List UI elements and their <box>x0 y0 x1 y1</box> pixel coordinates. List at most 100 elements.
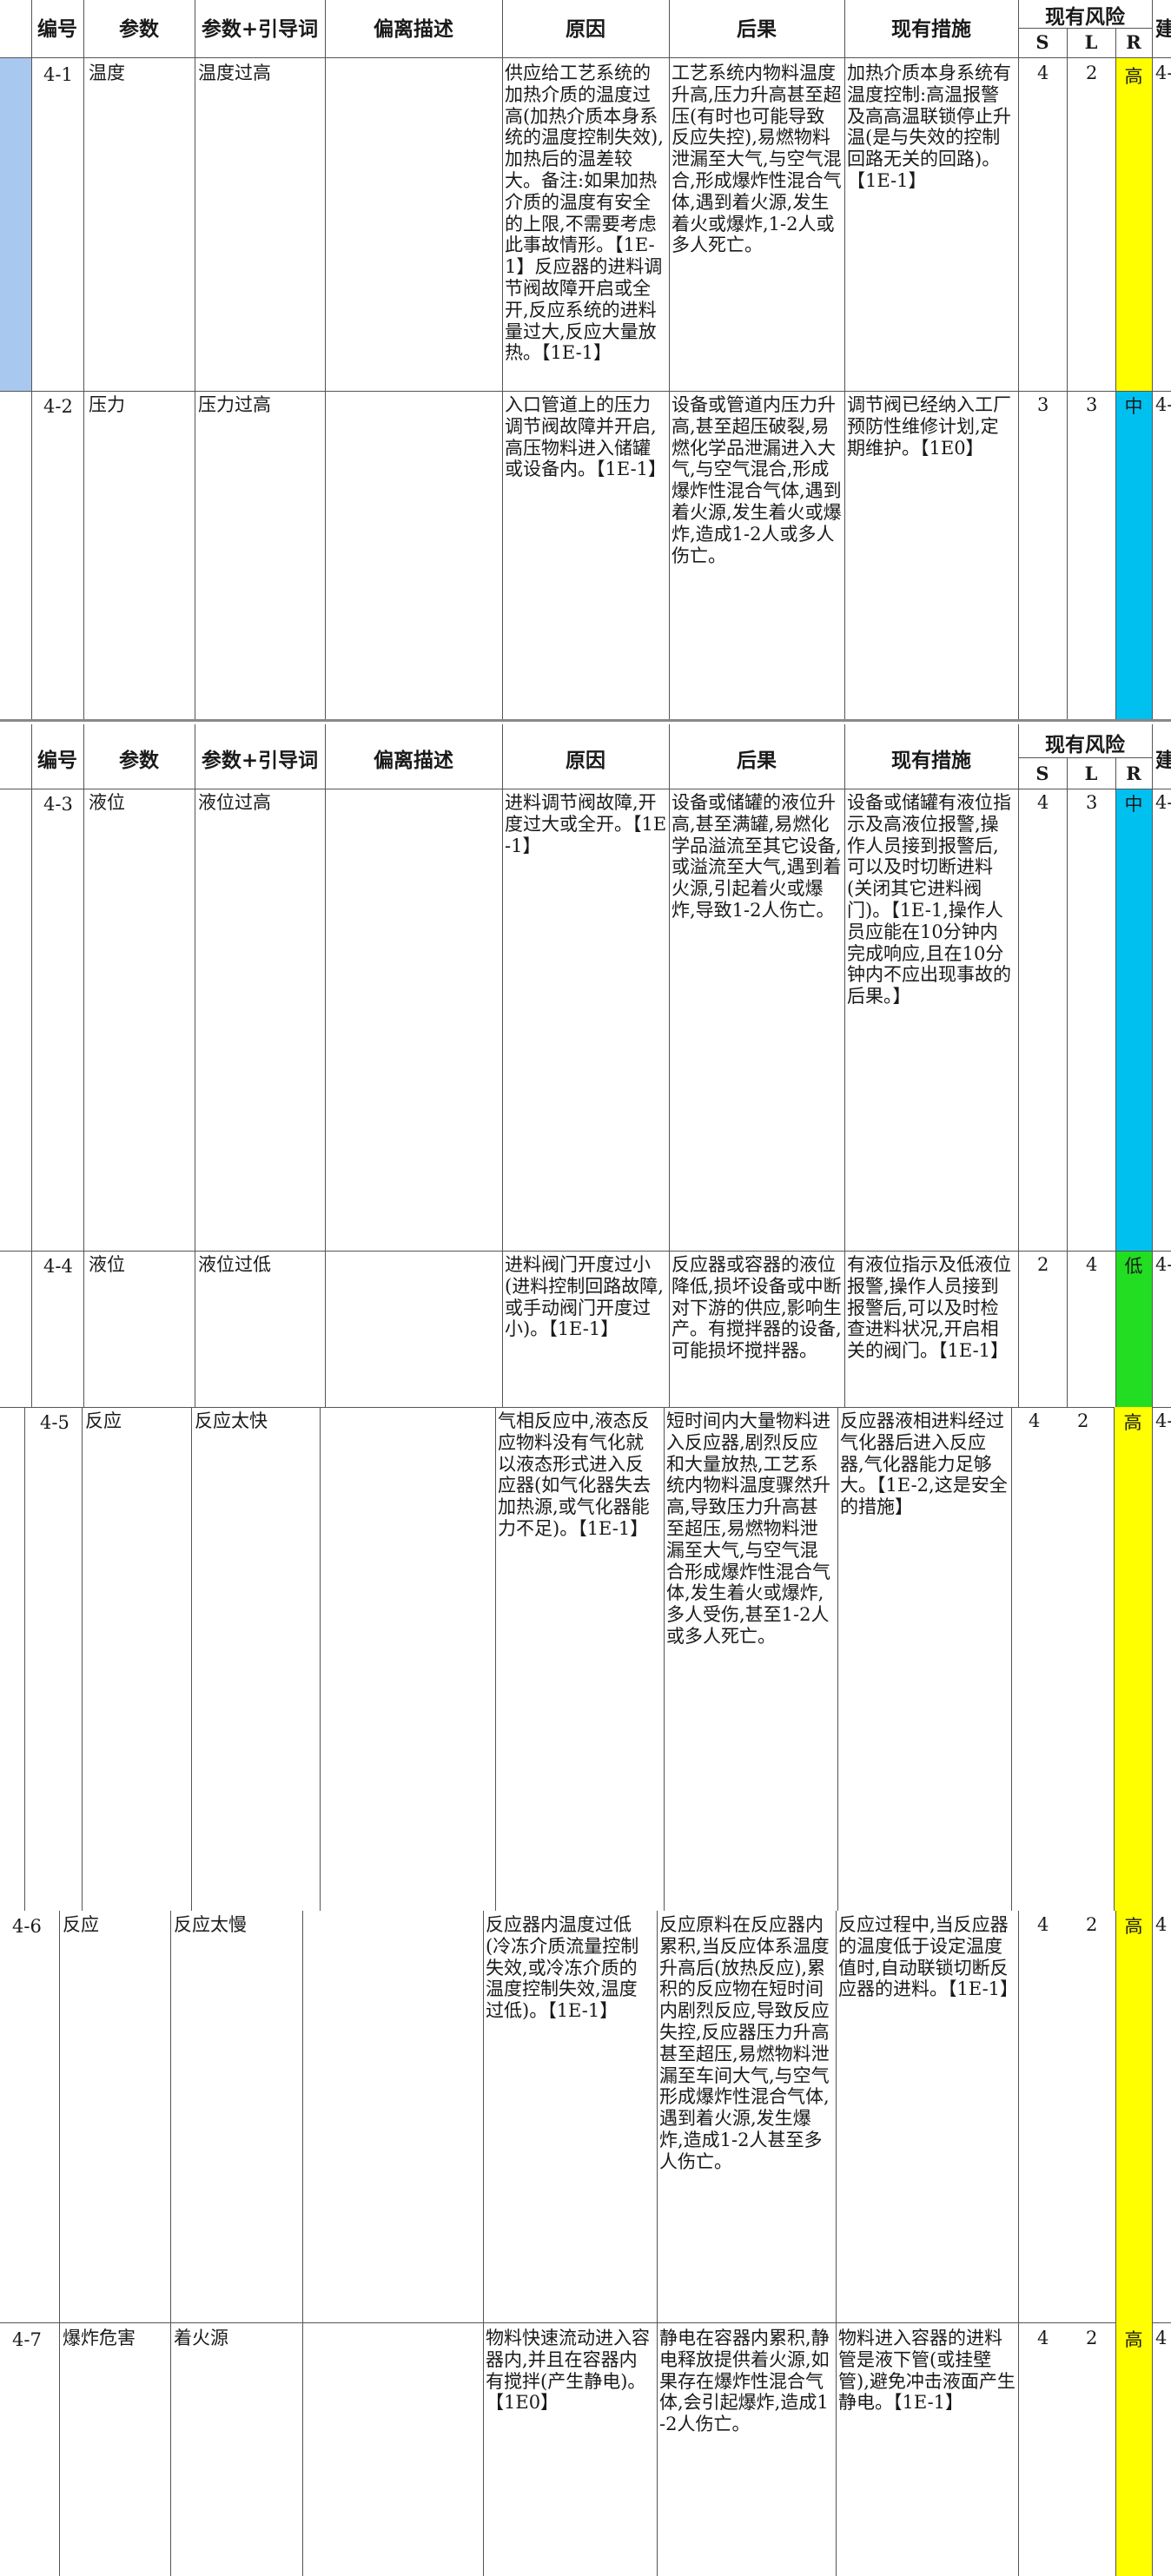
header-l: L <box>1084 31 1098 53</box>
header-id: 编号 <box>37 17 77 41</box>
row-id: 4-1 <box>43 64 73 85</box>
row-guide: 着火源 <box>174 2328 228 2348</box>
row-param: 液位 <box>89 792 125 813</box>
row-id: 4-7 <box>12 2329 42 2350</box>
row-s: 4 <box>1037 2328 1049 2348</box>
row-s: 4 <box>1037 63 1049 83</box>
row-cause: 气相反应中,液态反应物料没有气化就以液态形式进入反应器(如气化器失去加热源,或气… <box>498 1410 652 1539</box>
row-consequence: 设备或管道内压力升高,甚至超压破裂,易燃化学品泄漏进入大气,与空气混合,形成爆炸… <box>672 394 842 566</box>
row-l: 4 <box>1086 1254 1098 1275</box>
row-cause: 进料阀门开度过小(进料控制回路故障,或手动阀门开度过小)。【1E-1】 <box>505 1254 664 1340</box>
risk-r-fill-row-4-6 <box>1115 1911 1152 2322</box>
header-cause: 原因 <box>566 17 605 41</box>
row-cause: 物料快速流动进入容器内,并且在容器内有搅拌(产生静电)。【1E0】 <box>486 2328 650 2414</box>
row-next: 4 <box>1155 2328 1168 2348</box>
row-l: 2 <box>1086 63 1098 83</box>
row-param: 温度 <box>89 63 125 83</box>
row-measures: 设备或储罐有液位指示及高液位报警,操作人员接到报警后,可以及时切断进料(关闭其它… <box>847 792 1011 1007</box>
table-segment-5: 4-7 爆炸危害 着火源 物料快速流动进入容器内,并且在容器内有搅拌(产生静电)… <box>0 2322 1171 2576</box>
row-consequence: 设备或储罐的液位升高,甚至满罐,易燃化学品溢流至其它设备,或溢流至大气,遇到着火… <box>672 792 842 921</box>
row-id: 4-3 <box>43 794 73 815</box>
row-guide: 液位过高 <box>198 792 271 813</box>
row-id: 4-2 <box>43 396 73 417</box>
row-s: 4 <box>1037 792 1049 813</box>
header-measures: 现有措施 <box>891 749 971 772</box>
row-param: 压力 <box>89 394 125 415</box>
risk-r-fill-row-4-3 <box>1115 789 1152 1251</box>
row-next: 4- <box>1155 1254 1171 1275</box>
row-next: 4- <box>1155 792 1171 813</box>
row-next: 4- <box>1155 1410 1171 1431</box>
row-r: 中 <box>1124 794 1143 815</box>
header-consequence: 后果 <box>737 749 777 772</box>
row-guide: 压力过高 <box>198 394 271 415</box>
header-measures: 现有措施 <box>891 17 971 41</box>
row-param: 液位 <box>89 1254 125 1275</box>
header-deviation: 偏离描述 <box>374 749 453 772</box>
row-r: 高 <box>1124 1916 1143 1937</box>
risk-r-fill-row-4-2 <box>1115 391 1152 721</box>
header-l: L <box>1084 763 1098 784</box>
row-param: 反应 <box>85 1410 122 1431</box>
risk-r-fill-row-4-1 <box>1115 57 1152 391</box>
row-r: 高 <box>1124 66 1143 87</box>
row-s: 4 <box>1037 1914 1049 1935</box>
table-segment-1: 编号 参数 参数+引导词 偏离描述 原因 后果 现有措施 现有风险 S L R … <box>0 0 1171 722</box>
row-next: 4- <box>1155 394 1171 415</box>
row-measures: 物料进入容器的进料管是液下管(或挂壁管),避免冲击液面产生静电。【1E-1】 <box>838 2328 1016 2414</box>
row-guide: 液位过低 <box>198 1254 271 1275</box>
header-param-guide: 参数+引导词 <box>201 749 319 772</box>
row-r: 中 <box>1124 396 1143 417</box>
header-cut: 建 <box>1155 749 1171 772</box>
row-next: 4- <box>1155 63 1171 83</box>
row-consequence: 短时间内大量物料进入反应器,剧烈反应和大量放热,工艺系统内物料温度骤然升高,导致… <box>666 1410 830 1647</box>
row-measures: 加热介质本身系统有温度控制:高温报警及高高温联锁停止升温(是与失效的控制回路无关… <box>847 63 1011 191</box>
row-cause: 入口管道上的压力调节阀故障并开启,高压物料进入储罐或设备内。【1E-1】 <box>505 394 667 480</box>
row-guide: 温度过高 <box>198 63 271 83</box>
row-guide: 反应太快 <box>195 1410 268 1431</box>
risk-r-fill-row-4-5 <box>1114 1407 1152 1911</box>
header-risk: 现有风险 <box>1045 733 1125 756</box>
row-consequence: 静电在容器内累积,静电释放提供着火源,如果存在爆炸性混合气体,会引起爆炸,造成1… <box>659 2328 830 2435</box>
table-segment-2: 编号 参数 参数+引导词 偏离描述 原因 后果 现有措施 现有风险 S L R … <box>0 724 1171 1407</box>
header-r: R <box>1126 763 1141 784</box>
row-s: 3 <box>1037 394 1049 415</box>
row-consequence: 工艺系统内物料温度升高,压力升高甚至超压(有时也可能导致反应失控),易燃物料泄漏… <box>672 63 842 256</box>
row-id: 4-6 <box>12 1916 42 1937</box>
row-param: 爆炸危害 <box>63 2328 136 2348</box>
row-r: 高 <box>1124 2329 1143 2350</box>
row-cause: 供应给工艺系统的加热介质的温度过高(加热介质本身系统的温度控制失效),加热后的温… <box>505 63 664 364</box>
row-l: 3 <box>1086 792 1098 813</box>
row-l: 2 <box>1086 1914 1098 1935</box>
row-id: 4-5 <box>40 1412 69 1433</box>
header-param-guide: 参数+引导词 <box>201 17 319 41</box>
row-cause: 进料调节阀故障,开度过大或全开。【1E-1】 <box>505 792 667 856</box>
row-next: 4 <box>1155 1914 1168 1935</box>
header-deviation: 偏离描述 <box>374 17 453 41</box>
row-measures: 反应过程中,当反应器的温度低于设定温度值时,自动联锁切断反应器的进料。【1E-1… <box>838 1914 1019 2000</box>
header-param: 参数 <box>119 749 159 772</box>
row-measures: 调节阀已经纳入工厂预防性维修计划,定期维护。【1E0】 <box>847 394 1011 459</box>
header-s: S <box>1035 763 1049 784</box>
row-s: 2 <box>1037 1254 1049 1275</box>
row-guide: 反应太慢 <box>174 1914 247 1935</box>
header-cause: 原因 <box>566 749 605 772</box>
header-s: S <box>1035 31 1049 53</box>
row-consequence: 反应器或容器的液位降低,损坏设备或中断对下游的供应,影响生产。有搅拌器的设备,可… <box>672 1254 842 1362</box>
row-param: 反应 <box>63 1914 99 1935</box>
left-selection-highlight <box>0 57 31 391</box>
header-id: 编号 <box>37 749 77 772</box>
row-l: 2 <box>1077 1410 1089 1431</box>
header-cut: 建 <box>1155 17 1171 41</box>
row-s: 4 <box>1029 1410 1041 1431</box>
row-r: 高 <box>1123 1412 1142 1433</box>
row-measures: 有液位指示及低液位报警,操作人员接到报警后,可以及时检查进料状况,开启相关的阀门… <box>847 1254 1011 1362</box>
row-consequence: 反应原料在反应器内累积,当反应体系温度升高后(放热反应),累积的反应物在短时间内… <box>659 1914 830 2172</box>
row-id: 4-4 <box>43 1256 73 1277</box>
header-risk: 现有风险 <box>1045 5 1125 29</box>
risk-r-fill-row-4-7 <box>1115 2322 1152 2576</box>
table-segment-3: 4-5 反应 反应太快 气相反应中,液态反应物料没有气化就以液态形式进入反应器(… <box>0 1407 1171 1911</box>
header-param: 参数 <box>119 17 159 41</box>
table-segment-4: 4-6 反应 反应太慢 反应器内温度过低(冷冻介质流量控制失效,或冷冻介质的温度… <box>0 1911 1171 2322</box>
row-r: 低 <box>1124 1256 1143 1277</box>
